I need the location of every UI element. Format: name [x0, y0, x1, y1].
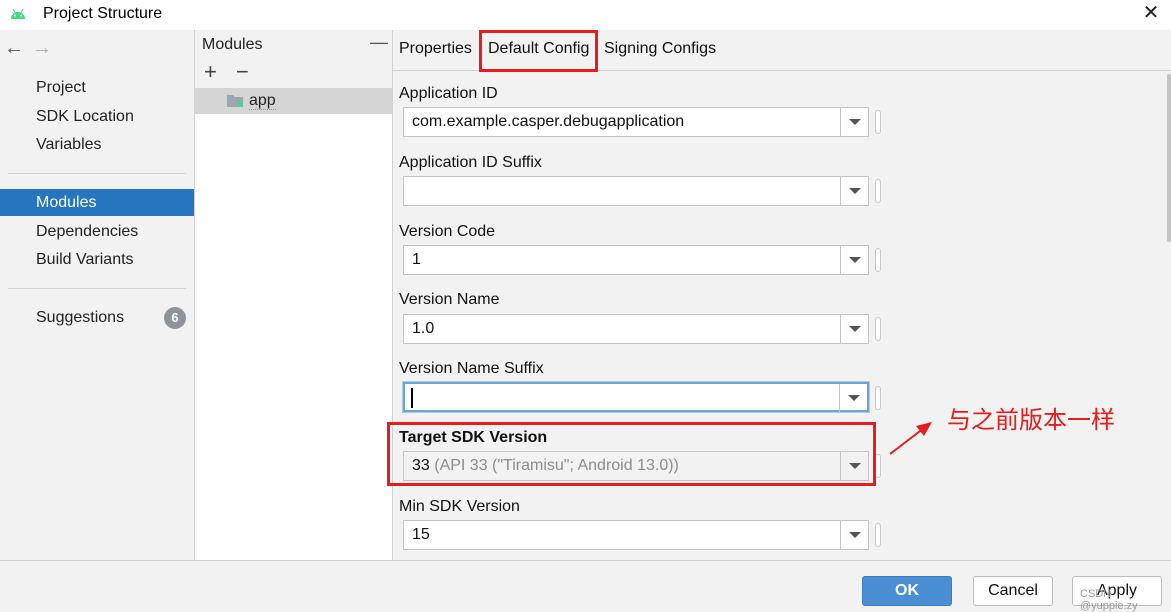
text-caret [411, 388, 413, 408]
forward-arrow-icon[interactable]: → [32, 37, 60, 60]
nav-divider [8, 173, 186, 174]
target-sdk-highlight [387, 422, 876, 486]
application-id-combo[interactable]: com.example.casper.debugapplication [403, 107, 869, 137]
left-navigation: ← → Project SDK Location Variables Module… [0, 30, 194, 560]
android-icon [11, 8, 25, 19]
tab-properties[interactable]: Properties [399, 40, 472, 58]
ok-button[interactable]: OK [862, 576, 952, 606]
chevron-down-icon[interactable] [839, 384, 867, 412]
nav-item-project[interactable]: Project [0, 74, 194, 101]
modules-header: Modules — [195, 30, 392, 58]
nav-divider [8, 288, 186, 289]
dialog-button-bar: OK Cancel Apply [0, 560, 1171, 612]
extra-options-button[interactable] [875, 248, 881, 272]
history-navigation: ← → [4, 37, 60, 60]
modules-title: Modules [202, 36, 263, 53]
chevron-down-icon[interactable] [840, 177, 868, 205]
default-config-highlight [479, 30, 598, 72]
modules-panel: Modules — + − app [194, 30, 393, 560]
min-sdk-version-label: Min SDK Version [399, 498, 520, 515]
extra-options-button[interactable] [875, 386, 881, 410]
remove-module-icon[interactable]: − [236, 60, 249, 84]
module-label: app [249, 92, 276, 110]
chevron-down-icon[interactable] [840, 246, 868, 274]
nav-item-dependencies[interactable]: Dependencies [0, 218, 194, 245]
back-arrow-icon[interactable]: ← [4, 37, 32, 60]
chevron-down-icon[interactable] [840, 521, 868, 549]
suggestions-count-badge: 6 [164, 307, 186, 329]
nav-item-sdk-location[interactable]: SDK Location [0, 103, 194, 130]
min-sdk-version-value: 15 [412, 526, 430, 543]
module-folder-icon [227, 95, 243, 107]
version-code-label: Version Code [399, 223, 496, 240]
application-id-suffix-combo[interactable] [403, 176, 869, 206]
version-name-suffix-combo[interactable] [403, 382, 869, 412]
version-name-combo[interactable]: 1.0 [403, 314, 869, 344]
nav-item-modules[interactable]: Modules [0, 189, 194, 216]
annotation-text: 与之前版本一样 [947, 406, 1115, 434]
version-name-suffix-label: Version Name Suffix [399, 360, 544, 377]
extra-options-button[interactable] [875, 179, 881, 203]
modules-toolbar: + − [195, 58, 392, 88]
nav-item-build-variants[interactable]: Build Variants [0, 246, 194, 273]
close-icon[interactable]: ✕ [1141, 3, 1161, 24]
extra-options-button[interactable] [875, 523, 881, 547]
chevron-down-icon[interactable] [840, 315, 868, 343]
module-item-app[interactable]: app [195, 88, 392, 114]
version-code-value: 1 [412, 251, 421, 268]
version-name-value: 1.0 [412, 320, 435, 337]
application-id-suffix-label: Application ID Suffix [399, 154, 542, 171]
application-id-value: com.example.casper.debugapplication [412, 113, 685, 130]
tab-signing-configs[interactable]: Signing Configs [604, 40, 716, 58]
extra-options-button[interactable] [875, 317, 881, 341]
version-code-combo[interactable]: 1 [403, 245, 869, 275]
nav-item-variables[interactable]: Variables [0, 131, 194, 158]
min-sdk-version-combo[interactable]: 15 [403, 520, 869, 550]
add-module-icon[interactable]: + [204, 60, 217, 84]
minimize-icon[interactable]: — [370, 32, 388, 53]
version-name-label: Version Name [399, 291, 500, 308]
default-config-panel: Properties Default Config Signing Config… [387, 30, 1171, 560]
chevron-down-icon[interactable] [840, 108, 868, 136]
application-id-label: Application ID [399, 85, 498, 102]
title-bar: Project Structure ✕ [0, 0, 1171, 30]
watermark: CSDN @yuppie.zy [1080, 588, 1138, 612]
extra-options-button[interactable] [875, 110, 881, 134]
project-structure-dialog: Project Structure ✕ ← → Project SDK Locat… [0, 0, 1171, 612]
window-title: Project Structure [43, 5, 163, 22]
cancel-button[interactable]: Cancel [973, 576, 1053, 606]
vertical-scrollbar[interactable] [1167, 74, 1171, 242]
annotation-arrow-icon [889, 422, 932, 455]
